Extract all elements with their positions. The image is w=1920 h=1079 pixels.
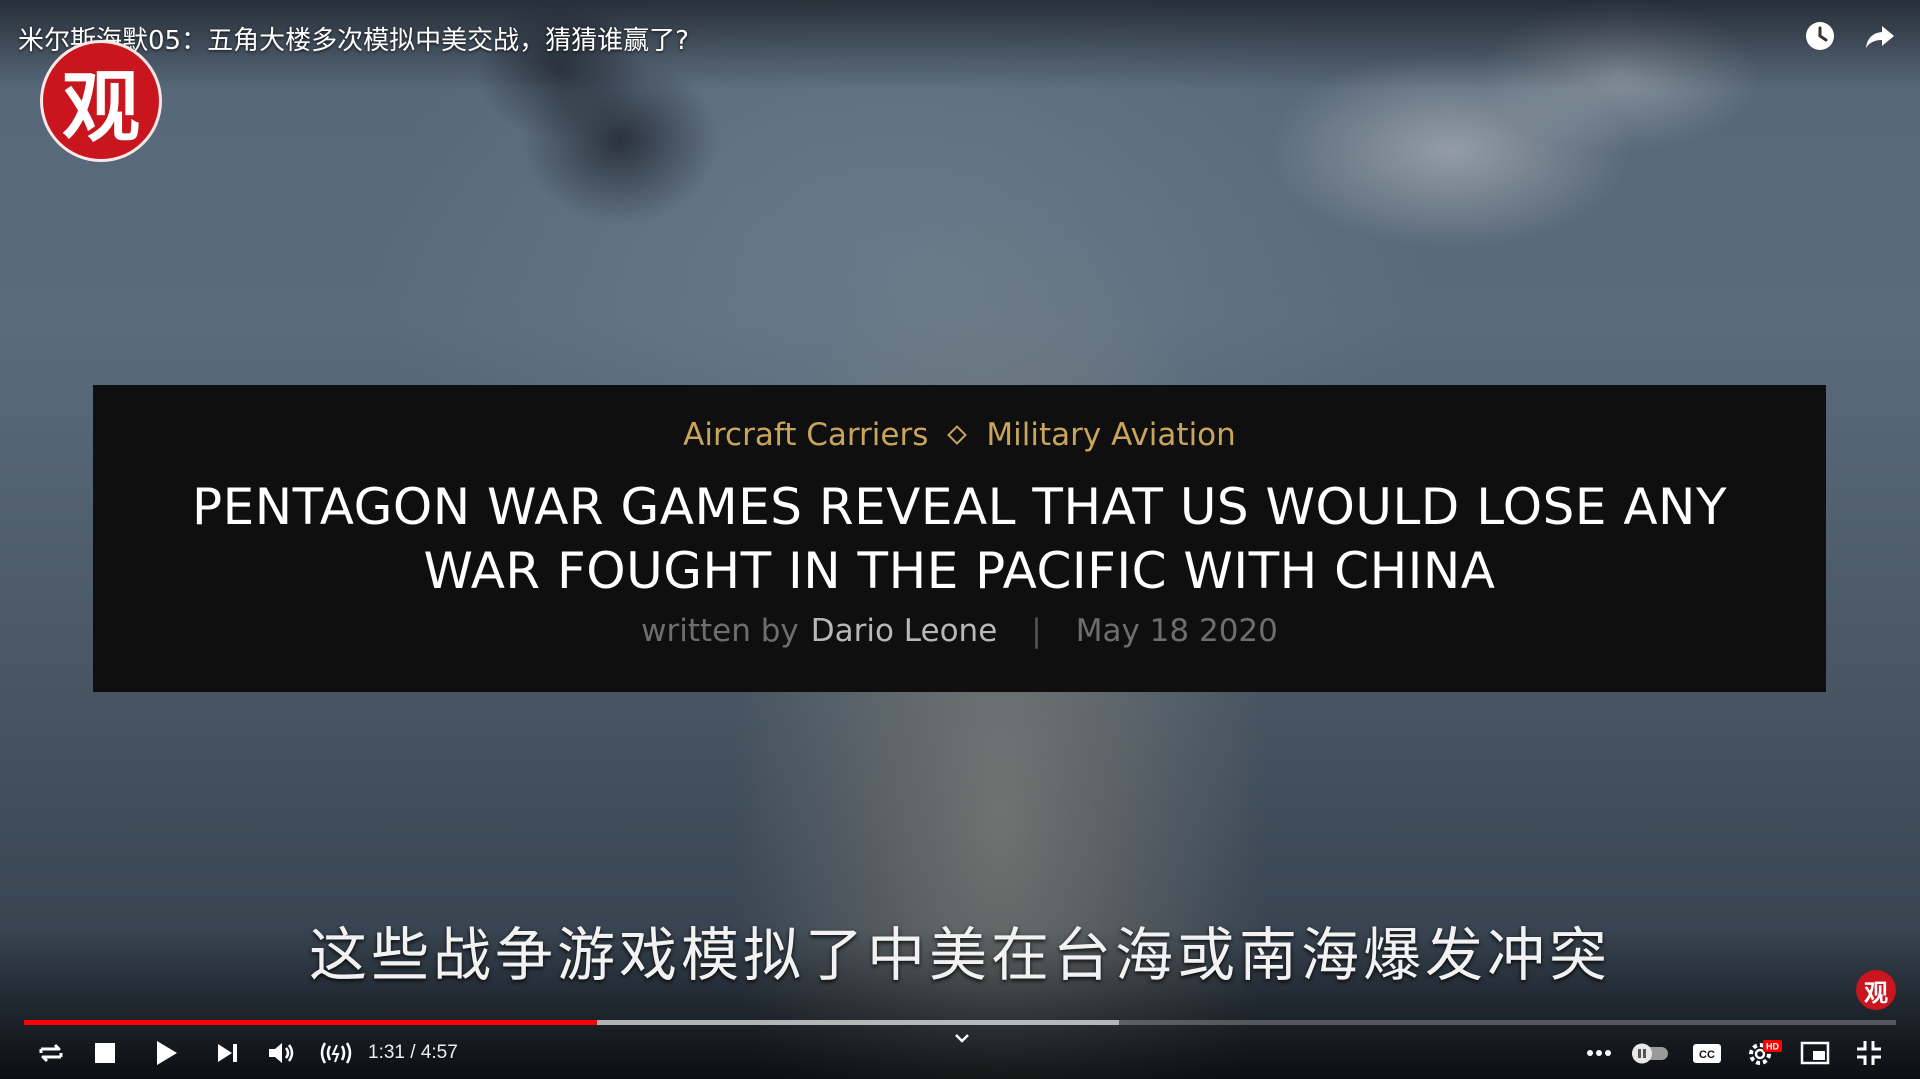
chevron-down-icon[interactable] [950,1026,974,1050]
time-display: 1:31 / 4:57 [368,1042,458,1063]
article-headline: PENTAGON WAR GAMES REVEAL THAT US WOULD … [191,478,1728,600]
written-by-label: written by [641,613,799,649]
autoplay-toggle-icon[interactable] [1628,1036,1672,1070]
author-name: Dario Leone [810,613,998,649]
diamond-separator-icon [947,425,968,445]
exit-fullscreen-icon[interactable] [1852,1036,1886,1070]
category-row: Aircraft Carriers Military Aviation [93,417,1826,453]
share-icon[interactable] [1862,18,1898,54]
svg-text:CC: CC [1699,1049,1715,1061]
article-date: May 18 2020 [1075,613,1278,649]
channel-logo: 观 [40,40,162,162]
settings-hd-icon[interactable]: HD [1746,1036,1784,1070]
control-bar: 1:31 / 4:57 CC HD [0,1030,1920,1076]
cc-icon[interactable]: CC [1690,1036,1724,1070]
headline-card: Aircraft Carriers Military Aviation PENT… [93,385,1826,692]
play-icon[interactable] [148,1036,182,1070]
svg-text:HD: HD [1766,1042,1779,1052]
stop-icon[interactable] [88,1036,122,1070]
loop-icon[interactable] [34,1036,68,1070]
more-icon[interactable] [1582,1036,1616,1070]
volume-icon[interactable] [264,1036,298,1070]
video-subtitle: 这些战争游戏模拟了中美在台海或南海爆发冲突 [308,921,1611,989]
byline: written by Dario Leone | May 18 2020 [93,613,1826,649]
top-right-actions [1802,18,1898,54]
category-aircraft-carriers: Aircraft Carriers [683,417,929,453]
video-player[interactable]: 米尔斯海默05：五角大楼多次模拟中美交战，猜猜谁赢了? 观 Aircraft C… [0,0,1920,1079]
clock-icon[interactable] [1802,18,1838,54]
miniplayer-icon[interactable] [1798,1036,1832,1070]
category-military-aviation: Military Aviation [986,417,1236,453]
byline-separator: | [1031,613,1042,649]
watermark-logo: 观 [1856,970,1896,1010]
next-icon[interactable] [210,1036,244,1070]
played-bar [24,1020,597,1025]
live-icon[interactable] [316,1036,356,1070]
progress-bar[interactable] [24,1020,1896,1025]
